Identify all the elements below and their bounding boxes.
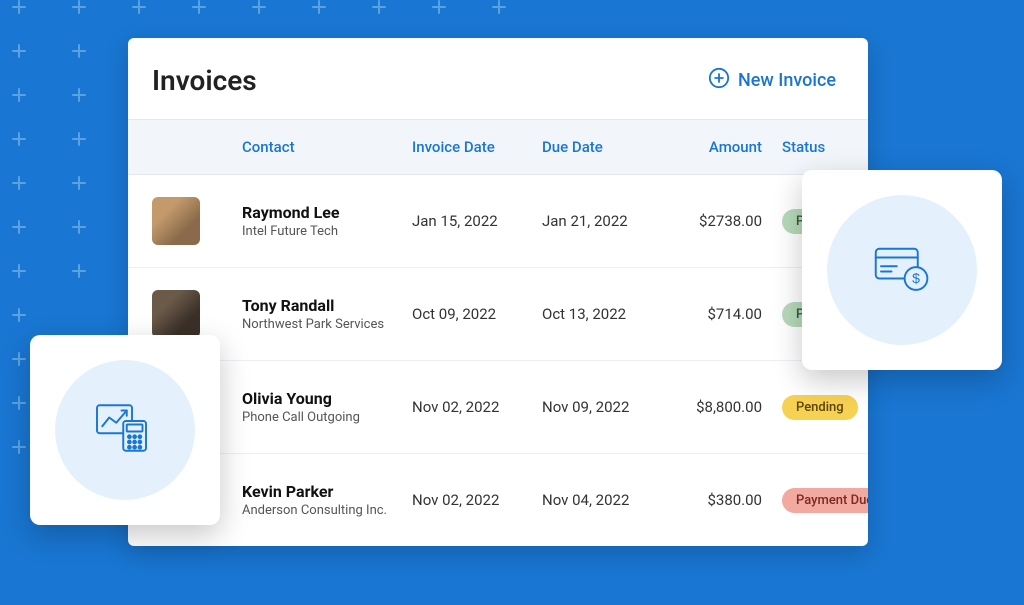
col-status[interactable]: Status (772, 138, 868, 156)
due-date-cell: Oct 13, 2022 (542, 305, 672, 323)
invoice-date-cell: Oct 09, 2022 (412, 305, 542, 323)
col-amount[interactable]: Amount (672, 138, 772, 156)
contact-cell: Olivia Young Phone Call Outgoing (242, 389, 412, 425)
avatar (152, 197, 200, 245)
status-badge: Pending (782, 395, 858, 420)
contact-company: Phone Call Outgoing (242, 410, 412, 425)
avatar (152, 290, 200, 338)
amount-cell: $8,800.00 (672, 398, 772, 416)
svg-text:$: $ (912, 270, 920, 286)
invoices-panel: Invoices New Invoice Contact Invoice Dat… (128, 38, 868, 546)
credit-card-dollar-icon: $ (867, 238, 937, 302)
contact-company: Intel Future Tech (242, 224, 412, 239)
page-title: Invoices (152, 64, 257, 97)
amount-cell: $2738.00 (672, 212, 772, 230)
amount-cell: $714.00 (672, 305, 772, 323)
status-cell: Payment Due (772, 488, 868, 513)
contact-name: Kevin Parker (242, 482, 412, 501)
contact-cell: Kevin Parker Anderson Consulting Inc. (242, 482, 412, 518)
table-row[interactable]: Olivia Young Phone Call Outgoing Nov 02,… (128, 361, 868, 454)
col-invoicedate[interactable]: Invoice Date (412, 138, 542, 156)
due-date-cell: Jan 21, 2022 (542, 212, 672, 230)
table-row[interactable]: Tony Randall Northwest Park Services Oct… (128, 268, 868, 361)
invoice-date-cell: Jan 15, 2022 (412, 212, 542, 230)
invoice-date-cell: Nov 02, 2022 (412, 398, 542, 416)
contact-cell: Tony Randall Northwest Park Services (242, 296, 412, 332)
icon-circle: $ (827, 195, 977, 345)
plus-circle-icon (708, 67, 730, 94)
chart-calculator-icon (90, 398, 160, 462)
contact-cell: Raymond Lee Intel Future Tech (242, 203, 412, 239)
table-header: Contact Invoice Date Due Date Amount Sta… (128, 119, 868, 175)
new-invoice-button[interactable]: New Invoice (708, 67, 836, 94)
table-row[interactable]: Kevin Parker Anderson Consulting Inc. No… (128, 454, 868, 546)
report-icon-card (30, 335, 220, 525)
amount-cell: $380.00 (672, 491, 772, 509)
status-cell: Pending (772, 395, 868, 420)
payment-icon-card: $ (802, 170, 1002, 370)
icon-circle (55, 360, 195, 500)
new-invoice-label: New Invoice (738, 70, 836, 91)
invoice-date-cell: Nov 02, 2022 (412, 491, 542, 509)
contact-company: Anderson Consulting Inc. (242, 503, 412, 518)
col-contact[interactable]: Contact (242, 138, 412, 156)
contact-company: Northwest Park Services (242, 317, 412, 332)
contact-name: Olivia Young (242, 389, 412, 408)
contact-name: Tony Randall (242, 296, 412, 315)
table-row[interactable]: Raymond Lee Intel Future Tech Jan 15, 20… (128, 175, 868, 268)
contact-name: Raymond Lee (242, 203, 412, 222)
due-date-cell: Nov 04, 2022 (542, 491, 672, 509)
col-duedate[interactable]: Due Date (542, 138, 672, 156)
due-date-cell: Nov 09, 2022 (542, 398, 672, 416)
status-badge: Payment Due (782, 488, 868, 513)
panel-header: Invoices New Invoice (128, 38, 868, 119)
